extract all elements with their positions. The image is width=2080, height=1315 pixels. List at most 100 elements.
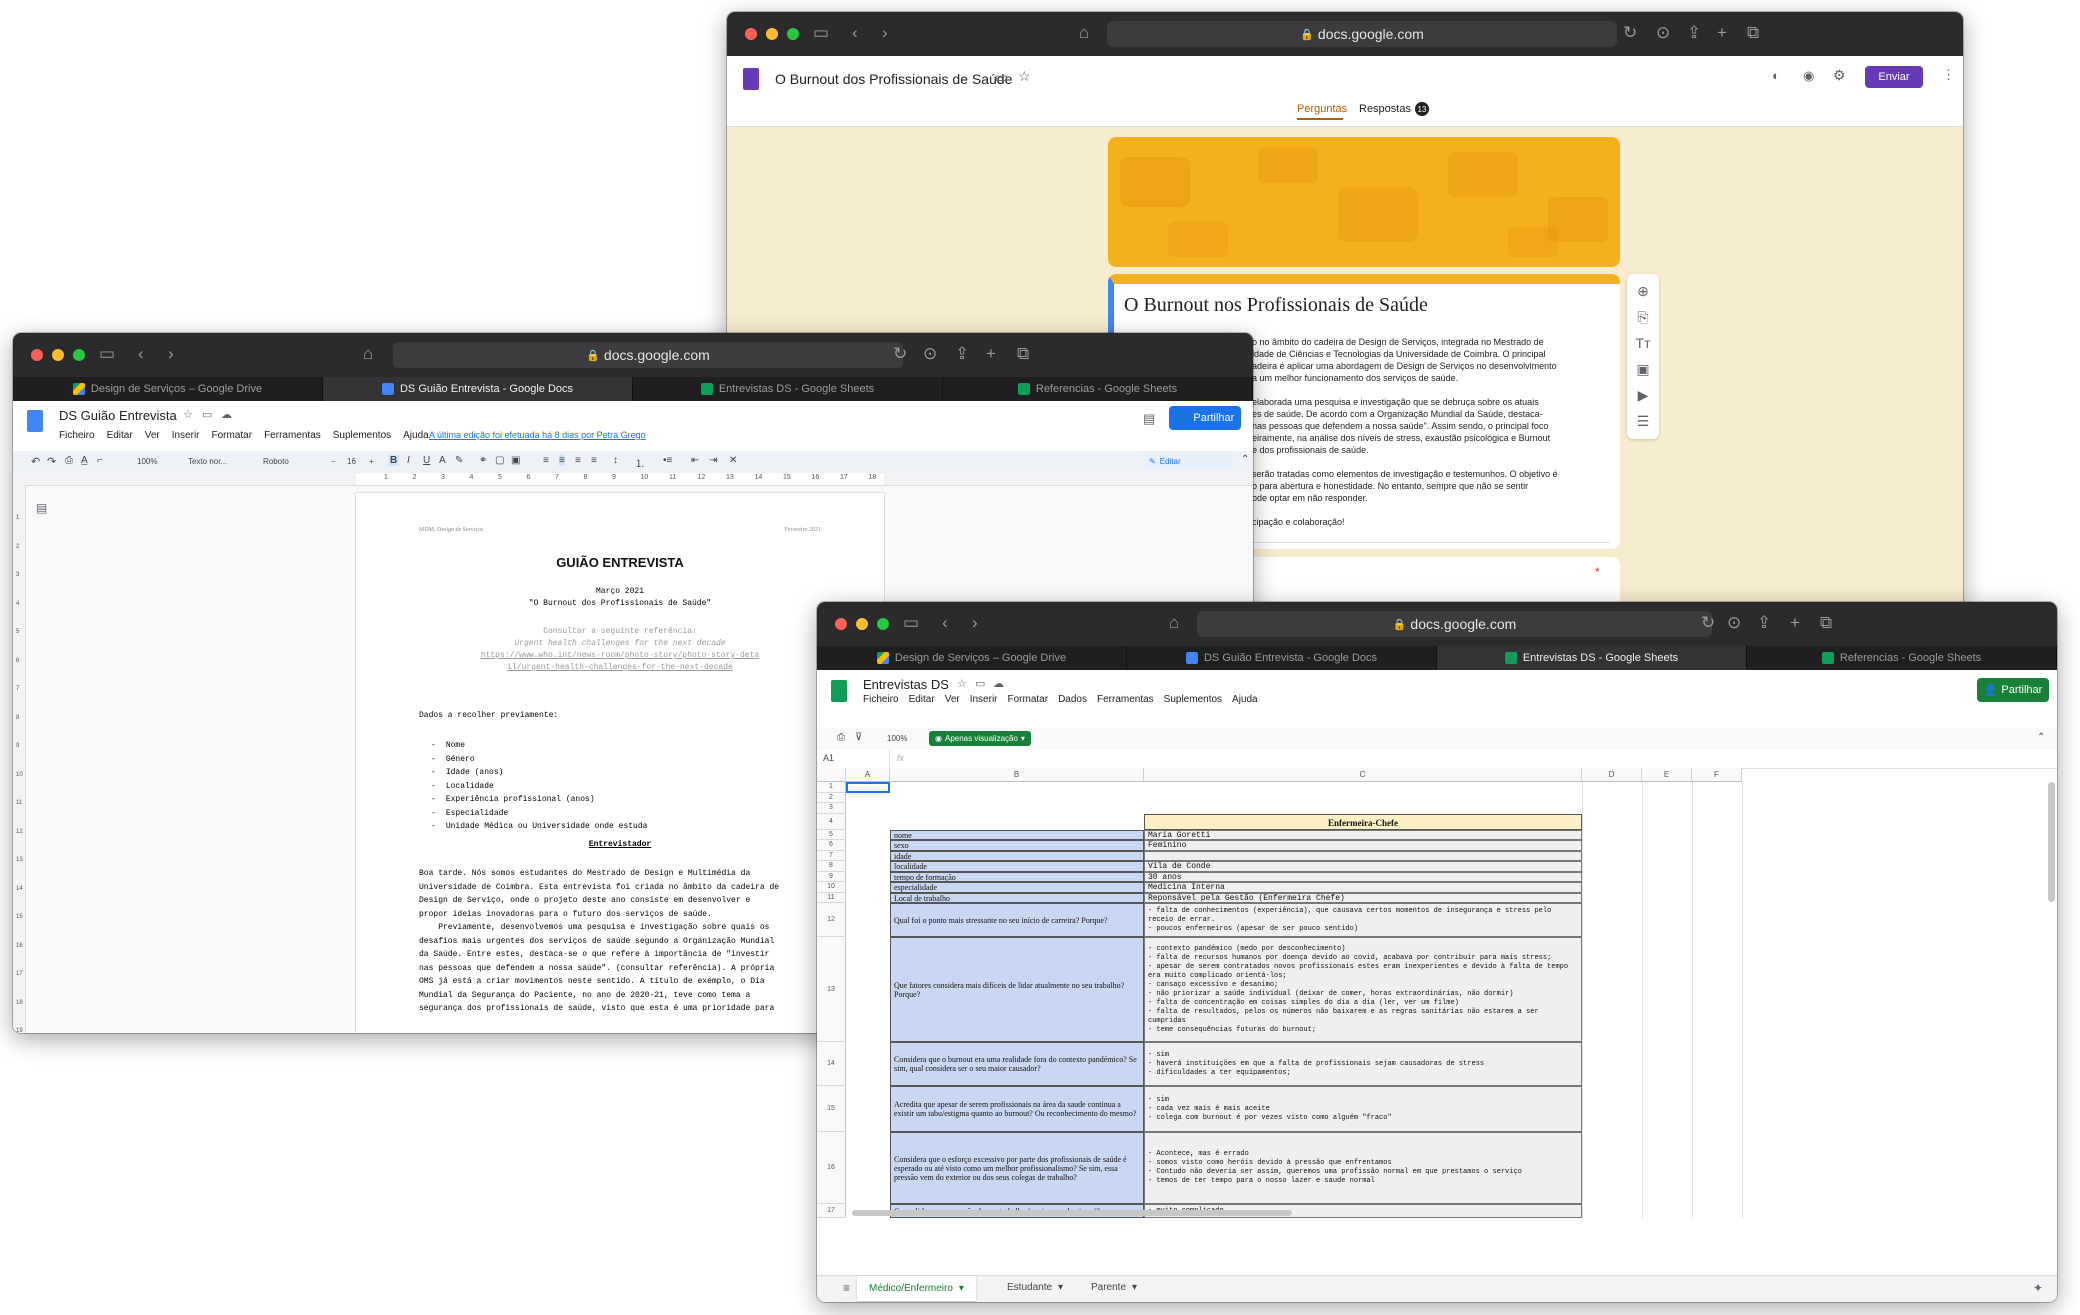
- menu-item[interactable]: Ajuda: [403, 430, 429, 441]
- forward-icon[interactable]: ›: [168, 343, 174, 365]
- menu-item[interactable]: Ficheiro: [59, 430, 95, 441]
- tabs-overview-icon[interactable]: ⧉: [1017, 343, 1029, 365]
- field-label-cell[interactable]: especialidade: [890, 882, 1144, 893]
- menu-item[interactable]: Ajuda: [1232, 694, 1258, 705]
- question-cell[interactable]: Que fatores considera mais difíceis de l…: [890, 937, 1144, 1042]
- close-dot-icon[interactable]: [31, 349, 43, 361]
- link-icon[interactable]: ⚭: [479, 455, 487, 466]
- minimize-dot-icon[interactable]: [766, 28, 778, 40]
- image-icon[interactable]: ▣: [511, 455, 520, 466]
- row-header[interactable]: 8: [817, 861, 846, 872]
- paint-format-icon[interactable]: ⌐: [97, 455, 103, 466]
- import-questions-icon[interactable]: ⎘: [1637, 308, 1648, 326]
- row-header[interactable]: 11: [817, 892, 846, 903]
- collapse-icon[interactable]: ⌃: [2037, 732, 2045, 743]
- back-icon[interactable]: ‹: [138, 343, 144, 365]
- tab-respostas[interactable]: Respostas: [1359, 103, 1411, 115]
- comment-icon[interactable]: ▢: [495, 455, 504, 466]
- column-header[interactable]: C: [1144, 768, 1582, 782]
- tab-perguntas[interactable]: Perguntas: [1297, 103, 1347, 115]
- form-title[interactable]: O Burnout dos Profissionais de Saúde: [775, 71, 1012, 87]
- send-button[interactable]: Enviar: [1865, 66, 1923, 88]
- document-page[interactable]: MDM, Design de Serviços Fevereiro 2021 GU…: [356, 493, 884, 1033]
- add-question-icon[interactable]: ⊕: [1637, 282, 1649, 300]
- window-controls[interactable]: [31, 349, 85, 361]
- question-cell[interactable]: Considera que o burnout era uma realidad…: [890, 1042, 1144, 1086]
- line-spacing-icon[interactable]: ↕: [613, 455, 618, 466]
- row-header[interactable]: 16: [817, 1132, 846, 1204]
- sheet-tab[interactable]: Estudante ▾: [1007, 1282, 1063, 1293]
- reload-icon[interactable]: ↻: [1623, 22, 1637, 44]
- menu-item[interactable]: Inserir: [172, 430, 200, 441]
- field-value-cell[interactable]: Medicina Interna: [1144, 882, 1582, 893]
- tab-drive[interactable]: Design de Serviços – Google Drive: [13, 377, 323, 401]
- new-tab-icon[interactable]: +: [986, 343, 996, 365]
- print-icon[interactable]: ⎙: [65, 455, 73, 466]
- sidebar-toggle-icon[interactable]: ▭: [903, 612, 919, 634]
- horizontal-scrollbar[interactable]: [852, 1210, 1292, 1216]
- field-label-cell[interactable]: tempo de formação: [890, 871, 1144, 882]
- vertical-ruler[interactable]: 1 2 3 4 5 6 7 8 9 10 11 12 13 14 15 16 17 18 19: [13, 485, 26, 1033]
- undo-icon[interactable]: ↶: [31, 455, 40, 468]
- add-image-icon[interactable]: ▣: [1636, 360, 1649, 378]
- field-label-cell[interactable]: sexo: [890, 840, 1144, 851]
- bulleted-list-icon[interactable]: •≡: [663, 455, 672, 466]
- more-vert-icon[interactable]: ⋮: [1942, 67, 1955, 83]
- row-header[interactable]: 7: [817, 850, 846, 861]
- tab-docs[interactable]: DS Guião Entrevista - Google Docs: [1127, 646, 1437, 670]
- row-header[interactable]: 9: [817, 871, 846, 882]
- reference-link-cont[interactable]: il/urgent-health-challenges-for-the-next…: [419, 663, 821, 672]
- download-icon[interactable]: ⊙: [1656, 22, 1670, 44]
- share-icon[interactable]: ⇪: [1757, 612, 1771, 634]
- all-sheets-icon[interactable]: ≡: [843, 1281, 850, 1295]
- font-size-input[interactable]: 16: [347, 457, 356, 466]
- tab-sheets[interactable]: Entrevistas DS - Google Sheets: [1437, 646, 1747, 670]
- field-value-cell[interactable]: Feminino: [1144, 840, 1582, 851]
- row-header[interactable]: 3: [817, 803, 846, 814]
- clear-format-icon[interactable]: ✕: [729, 455, 737, 466]
- highlight-icon[interactable]: ✎: [455, 455, 463, 466]
- corner-cell[interactable]: [817, 768, 846, 782]
- menu-item[interactable]: Editar: [909, 694, 935, 705]
- cell-reference[interactable]: A1: [823, 753, 834, 763]
- print-icon[interactable]: ⎙: [837, 732, 845, 743]
- address-bar[interactable]: 🔒 docs.google.com: [393, 342, 903, 368]
- numbered-list-icon[interactable]: ⒈: [635, 455, 645, 470]
- field-label-cell[interactable]: Local de trabalho: [890, 892, 1144, 903]
- justify-icon[interactable]: ≡: [591, 455, 597, 466]
- field-label-cell[interactable]: idade: [890, 850, 1144, 861]
- question-cell[interactable]: Acredita que apesar de serem profissiona…: [890, 1086, 1144, 1132]
- vertical-scrollbar[interactable]: [2048, 782, 2055, 902]
- answer-cell[interactable]: - sim - cada vez mais é mais aceite - cole…: [1144, 1086, 1582, 1132]
- increase-indent-icon[interactable]: ⇥: [709, 455, 717, 466]
- align-left-icon[interactable]: ≡: [543, 455, 549, 466]
- menu-item[interactable]: Suplementos: [333, 430, 391, 441]
- menu-item[interactable]: Ver: [945, 694, 960, 705]
- back-icon[interactable]: ‹: [942, 612, 948, 634]
- decrease-indent-icon[interactable]: ⇤: [691, 455, 699, 466]
- menu-item[interactable]: Dados: [1058, 694, 1087, 705]
- comments-icon[interactable]: ▤: [1143, 411, 1155, 427]
- row-header[interactable]: 13: [817, 937, 846, 1042]
- bold-button[interactable]: B: [388, 455, 400, 466]
- minimize-dot-icon[interactable]: [52, 349, 64, 361]
- share-button[interactable]: 👤 Partilhar: [1977, 678, 2049, 702]
- field-value-cell[interactable]: Maria Goretti: [1144, 829, 1582, 840]
- explore-icon[interactable]: ✦: [2033, 1281, 2043, 1295]
- style-select[interactable]: Texto nor...: [188, 457, 227, 466]
- redo-icon[interactable]: ↷: [47, 455, 56, 468]
- column-header[interactable]: B: [890, 768, 1144, 782]
- row-header[interactable]: 2: [817, 792, 846, 803]
- row-header[interactable]: 10: [817, 882, 846, 893]
- last-edit-link[interactable]: A última edição foi efetuada há 8 dias p…: [429, 430, 646, 440]
- spellcheck-icon[interactable]: A̲: [81, 455, 88, 466]
- align-right-icon[interactable]: ≡: [575, 455, 581, 466]
- new-tab-icon[interactable]: +: [1790, 612, 1800, 634]
- forward-icon[interactable]: ›: [882, 22, 888, 44]
- minimize-dot-icon[interactable]: [856, 618, 868, 630]
- close-dot-icon[interactable]: [745, 28, 757, 40]
- answer-cell[interactable]: - falta de conhecimentos (experiência), …: [1144, 903, 1582, 937]
- header-cell[interactable]: Enfermeira-Chefe: [1144, 813, 1582, 830]
- question-cell[interactable]: Qual foi o ponto mais stressante no seu …: [890, 903, 1144, 937]
- menu-item[interactable]: Ferramentas: [264, 430, 321, 441]
